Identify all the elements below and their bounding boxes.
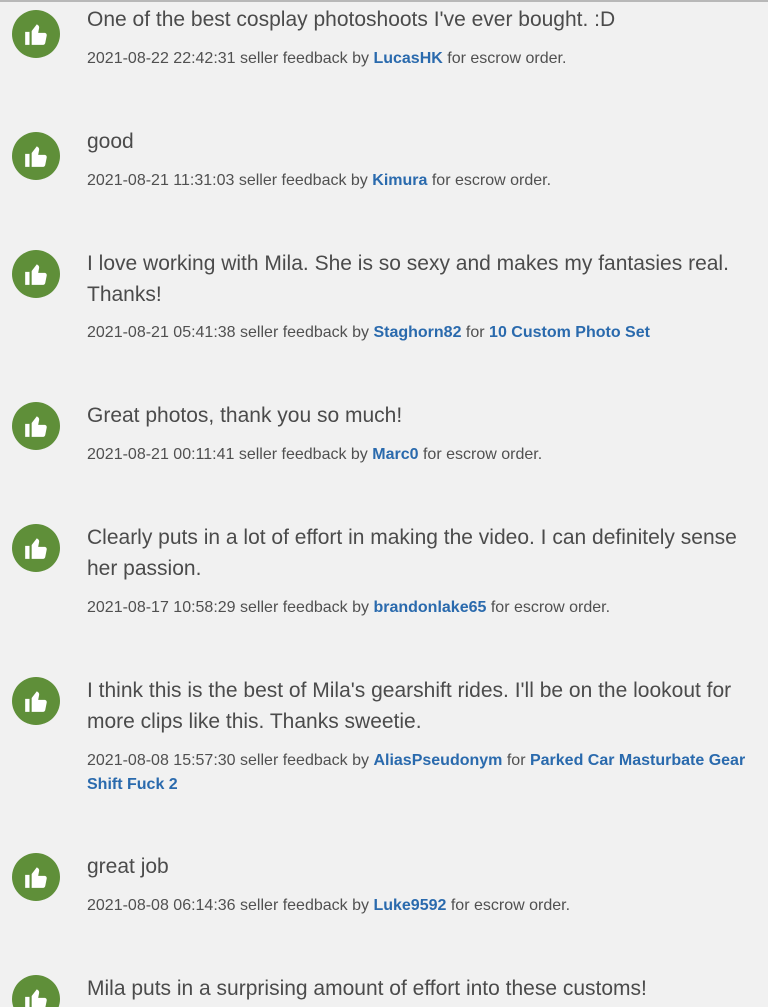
feedback-type: seller feedback by [240, 50, 369, 67]
feedback-meta: 2021-08-22 22:42:31 seller feedback by L… [87, 47, 747, 71]
feedback-for: for [431, 172, 451, 189]
feedback-timestamp: 2021-08-17 10:58:29 [87, 599, 236, 616]
feedback-type: seller feedback by [240, 897, 369, 914]
feedback-user-link[interactable]: AliasPseudonym [373, 752, 502, 769]
feedback-timestamp: 2021-08-22 22:42:31 [87, 50, 236, 67]
feedback-order: escrow order. [473, 897, 571, 914]
feedback-meta: 2021-08-21 11:31:03 seller feedback by K… [87, 169, 747, 193]
feedback-for: for [465, 324, 485, 341]
feedback-timestamp: 2021-08-08 15:57:30 [87, 752, 236, 769]
feedback-meta: 2021-08-21 05:41:38 seller feedback by S… [87, 321, 747, 345]
feedback-timestamp: 2021-08-08 06:14:36 [87, 897, 236, 914]
feedback-order: escrow order. [454, 172, 552, 189]
feedback-list: One of the best cosplay photoshoots I've… [0, 0, 768, 1007]
feedback-user-link[interactable]: Staghorn82 [373, 324, 461, 341]
feedback-comment: great job [87, 855, 169, 878]
feedback-for: for [506, 752, 526, 769]
feedback-comment: One of the best cosplay photoshoots I've… [87, 8, 616, 31]
positive-rating-icon [12, 132, 60, 180]
feedback-user-link[interactable]: LucasHK [373, 50, 442, 67]
positive-rating-icon [12, 402, 60, 450]
feedback-for: for [490, 599, 510, 616]
feedback-order-link[interactable]: 10 Custom Photo Set [489, 324, 650, 341]
feedback-timestamp: 2021-08-21 11:31:03 [87, 172, 235, 189]
feedback-meta: 2021-08-08 06:14:36 seller feedback by L… [87, 894, 747, 918]
feedback-comment: I think this is the best of Mila's gears… [87, 679, 732, 733]
thumbs-up-icon [25, 416, 47, 437]
feedback-user-link[interactable]: brandonlake65 [373, 599, 486, 616]
positive-rating-icon [12, 524, 60, 572]
feedback-order: escrow order. [470, 50, 567, 67]
feedback-comment: Mila puts in a surprising amount of effo… [87, 977, 647, 1000]
feedback-meta: 2021-08-21 00:11:41 seller feedback by M… [87, 443, 747, 467]
positive-rating-icon [12, 853, 60, 901]
feedback-timestamp: 2021-08-21 05:41:38 [87, 324, 236, 341]
feedback-comment: Clearly puts in a lot of effort in makin… [87, 526, 737, 580]
thumbs-up-icon [25, 146, 47, 167]
thumbs-up-icon [25, 989, 47, 1007]
feedback-for: for [447, 50, 466, 67]
feedback-for: for [450, 897, 470, 914]
thumbs-up-icon [25, 538, 47, 559]
thumbs-up-icon [25, 867, 47, 888]
positive-rating-icon [12, 10, 60, 58]
positive-rating-icon [12, 677, 60, 725]
thumbs-up-icon [25, 264, 47, 285]
feedback-meta: 2021-08-08 15:57:30 seller feedback by A… [87, 749, 747, 797]
feedback-type: seller feedback by [238, 446, 368, 463]
feedback-type: seller feedback by [240, 324, 369, 341]
positive-rating-icon [12, 250, 60, 298]
thumbs-up-icon [25, 691, 47, 712]
feedback-for: for [422, 446, 442, 463]
feedback-comment: good [87, 130, 134, 153]
feedback-comment: I love working with Mila. She is so sexy… [87, 252, 729, 306]
feedback-order: escrow order. [513, 599, 611, 616]
feedback-user-link[interactable]: Luke9592 [373, 897, 446, 914]
feedback-type: seller feedback by [240, 599, 369, 616]
feedback-user-link[interactable]: Kimura [372, 172, 427, 189]
feedback-timestamp: 2021-08-21 00:11:41 [87, 446, 235, 463]
positive-rating-icon [12, 975, 60, 1007]
feedback-meta: 2021-08-17 10:58:29 seller feedback by b… [87, 596, 747, 620]
feedback-comment: Great photos, thank you so much! [87, 404, 403, 427]
feedback-type: seller feedback by [238, 172, 368, 189]
feedback-type: seller feedback by [240, 752, 369, 769]
feedback-order: escrow order. [446, 446, 543, 463]
feedback-user-link[interactable]: Marc0 [372, 446, 418, 463]
thumbs-up-icon [25, 24, 47, 45]
